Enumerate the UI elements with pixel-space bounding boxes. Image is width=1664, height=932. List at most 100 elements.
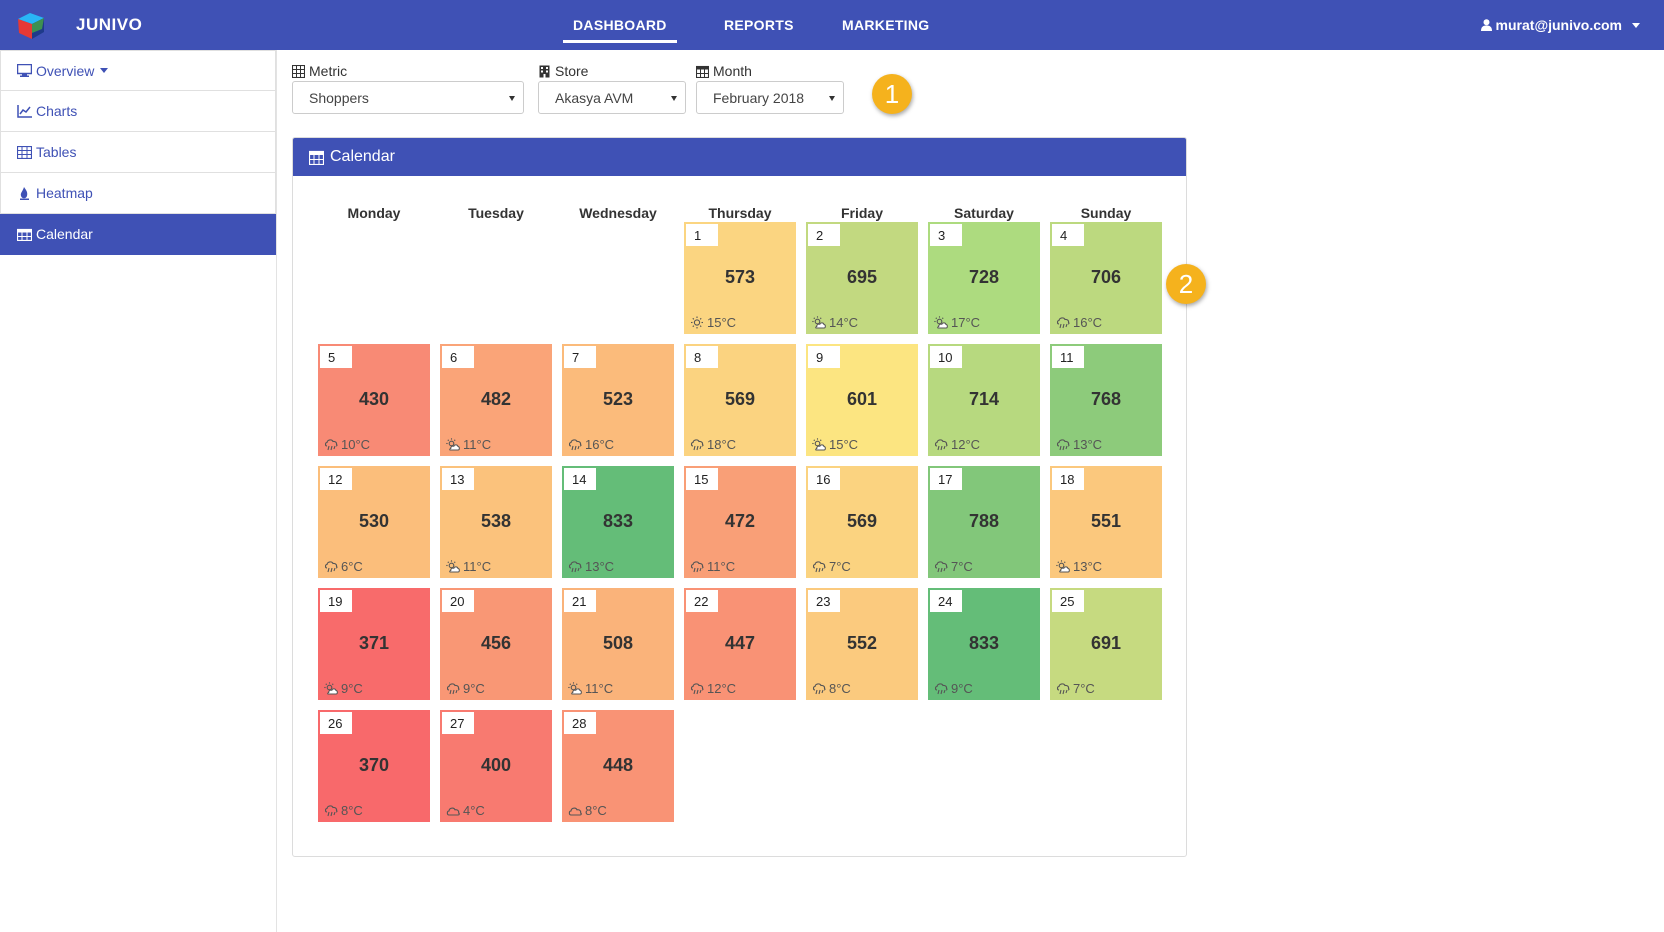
sidebar-item-heatmap[interactable]: Heatmap xyxy=(0,173,276,214)
sidebar-item-overview[interactable]: Overview xyxy=(0,50,276,91)
calendar-day-cell[interactable]: 26 370 8°C xyxy=(318,710,430,822)
weather-info: 11°C xyxy=(690,559,735,574)
user-icon xyxy=(1480,19,1492,31)
shopper-count: 691 xyxy=(1090,633,1122,653)
calendar-day-cell[interactable]: 7 523 16°C xyxy=(562,344,674,456)
rain-icon xyxy=(446,683,460,695)
nav-reports[interactable]: REPORTS xyxy=(724,17,794,33)
temperature: 8°C xyxy=(585,803,607,818)
user-email: murat@junivo.com xyxy=(1495,17,1622,33)
calendar-day-cell[interactable]: 25 691 7°C xyxy=(1050,588,1162,700)
sidebar-item-charts[interactable]: Charts xyxy=(0,91,276,132)
temperature: 11°C xyxy=(463,559,492,574)
shopper-count: 482 xyxy=(480,389,512,409)
day-number: 20 xyxy=(442,590,474,612)
day-number: 3 xyxy=(930,224,962,246)
shopper-count: 456 xyxy=(480,633,512,653)
calendar-day-cell[interactable]: 23 552 8°C xyxy=(806,588,918,700)
rain-icon xyxy=(568,439,582,451)
temperature: 12°C xyxy=(707,681,737,696)
shopper-count: 370 xyxy=(358,755,390,775)
day-number: 25 xyxy=(1052,590,1084,612)
calendar-day-cell[interactable]: 9 601 15°C xyxy=(806,344,918,456)
rain-icon xyxy=(324,439,338,451)
calendar-day-cell[interactable]: 12 530 6°C xyxy=(318,466,430,578)
weather-info: 7°C xyxy=(812,559,851,574)
metric-select[interactable]: Shoppers xyxy=(292,81,524,114)
sidebar-item-tables[interactable]: Tables xyxy=(0,132,276,173)
temperature: 10°C xyxy=(341,437,371,452)
temperature: 9°C xyxy=(341,681,363,696)
sidebar-item-label: Tables xyxy=(36,144,77,160)
day-number: 28 xyxy=(564,712,596,734)
calendar-day-cell[interactable]: 10 714 12°C xyxy=(928,344,1040,456)
calendar-day-cell[interactable]: 17 788 7°C xyxy=(928,466,1040,578)
calendar-day-cell[interactable]: 21 508 11°C xyxy=(562,588,674,700)
junivo-logo[interactable] xyxy=(16,13,46,39)
temperature: 11°C xyxy=(707,559,736,574)
day-number: 11 xyxy=(1052,346,1084,368)
calendar-day-cell[interactable]: 16 569 7°C xyxy=(806,466,918,578)
calendar-day-cell[interactable]: 13 538 11°C xyxy=(440,466,552,578)
building-icon xyxy=(539,65,550,77)
nav-marketing[interactable]: MARKETING xyxy=(842,17,929,33)
temperature: 13°C xyxy=(585,559,615,574)
sidebar-item-label: Calendar xyxy=(36,226,93,242)
rain-icon xyxy=(812,561,826,573)
calendar-day-cell[interactable]: 3 728 17°C xyxy=(928,222,1040,334)
shopper-count: 714 xyxy=(968,389,1000,409)
calendar-icon xyxy=(696,65,709,78)
shopper-count: 788 xyxy=(968,511,1000,531)
calendar-day-cell[interactable]: 4 706 16°C xyxy=(1050,222,1162,334)
calendar-day-cell[interactable]: 11 768 13°C xyxy=(1050,344,1162,456)
calendar-day-cell[interactable]: 27 400 4°C xyxy=(440,710,552,822)
month-value: February 2018 xyxy=(713,89,805,106)
calendar-day-cell[interactable]: 18 551 13°C xyxy=(1050,466,1162,578)
calendar-panel: Calendar Monday Tuesday Wednesday Thursday F… xyxy=(292,137,1187,857)
shopper-count: 530 xyxy=(358,511,390,531)
calendar-day-cell[interactable]: 19 371 9°C xyxy=(318,588,430,700)
calendar-day-cell[interactable]: 5 430 10°C xyxy=(318,344,430,456)
shopper-count: 448 xyxy=(602,755,634,775)
calendar-day-cell[interactable]: 28 448 8°C xyxy=(562,710,674,822)
temperature: 15°C xyxy=(829,437,859,452)
day-number: 21 xyxy=(564,590,596,612)
calendar-panel-header: Calendar xyxy=(293,138,1186,176)
day-number: 27 xyxy=(442,712,474,734)
calendar-day-cell[interactable]: 1 573 15°C xyxy=(684,222,796,334)
temperature: 7°C xyxy=(829,559,851,574)
shopper-count: 728 xyxy=(968,267,1000,287)
callout-marker-2: 2 xyxy=(1166,264,1206,304)
user-menu[interactable]: murat@junivo.com xyxy=(1480,17,1640,33)
rain-icon xyxy=(324,561,338,573)
store-filter: Store Akasya AVM xyxy=(538,63,686,114)
partly-sunny-icon xyxy=(446,438,460,451)
calendar-day-cell[interactable]: 14 833 13°C xyxy=(562,466,674,578)
brand-name: JUNIVO xyxy=(76,15,143,34)
store-label: Store xyxy=(555,63,589,79)
partly-sunny-icon xyxy=(446,560,460,573)
calendar-day-cell[interactable]: 20 456 9°C xyxy=(440,588,552,700)
calendar-day-cell[interactable]: 24 833 9°C xyxy=(928,588,1040,700)
day-number: 5 xyxy=(320,346,352,368)
nav-dashboard[interactable]: DASHBOARD xyxy=(563,17,677,43)
rain-icon xyxy=(1056,683,1070,695)
day-number: 10 xyxy=(930,346,962,368)
calendar-day-cell[interactable]: 8 569 18°C xyxy=(684,344,796,456)
sidebar: Overview Charts Tables Heatmap Calendar xyxy=(0,50,277,932)
month-select[interactable]: February 2018 xyxy=(696,81,844,114)
store-select[interactable]: Akasya AVM xyxy=(538,81,686,114)
calendar-day-cell[interactable]: 15 472 11°C xyxy=(684,466,796,578)
calendar-day-cell[interactable]: 2 695 14°C xyxy=(806,222,918,334)
day-number: 8 xyxy=(686,346,718,368)
temperature: 17°C xyxy=(951,315,981,330)
weather-info: 10°C xyxy=(324,437,370,452)
weather-info: 4°C xyxy=(446,803,485,818)
day-number: 9 xyxy=(808,346,840,368)
sidebar-item-label: Charts xyxy=(36,103,78,119)
calendar-day-cell[interactable]: 22 447 12°C xyxy=(684,588,796,700)
sidebar-item-calendar[interactable]: Calendar xyxy=(0,214,276,255)
weekday-label: Friday xyxy=(840,205,883,221)
temperature: 12°C xyxy=(951,437,981,452)
calendar-day-cell[interactable]: 6 482 11°C xyxy=(440,344,552,456)
